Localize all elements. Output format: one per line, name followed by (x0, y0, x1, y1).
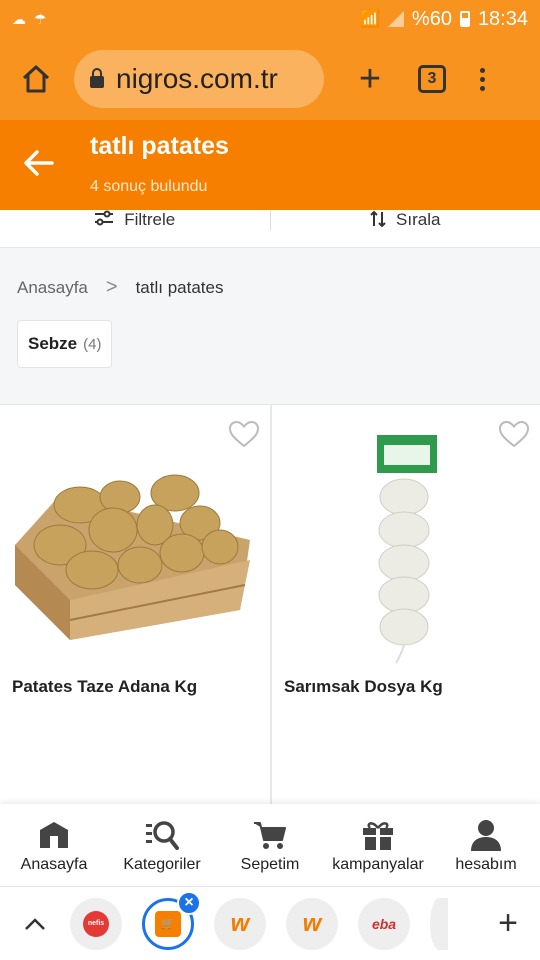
tab-eba[interactable]: eba (358, 897, 410, 950)
tab-migros-active[interactable]: 🛒 × (142, 890, 201, 950)
battery-percent: %60 (411, 7, 452, 30)
breadcrumb: Anasayfa > tatlı patates (17, 276, 223, 299)
new-tab-button[interactable]: + (350, 60, 390, 98)
store-icon (40, 822, 68, 848)
product-grid: Patates Taze Adana Kg Sarımsak Dosya Kg (0, 404, 540, 805)
wifi-icon: 📶 (359, 11, 380, 28)
tab-eba-text: eba (371, 915, 397, 932)
gift-icon (363, 822, 393, 850)
cart-icon (254, 822, 286, 849)
nav-item-account[interactable]: hesabım (432, 804, 540, 886)
product-image-potatoes[interactable] (0, 435, 270, 665)
tab-w-1-text: w (230, 909, 250, 937)
page-title: tatlı patates (90, 132, 229, 160)
url-bar[interactable]: nigros.com.tr (74, 50, 324, 108)
sort-label: Sırala (396, 210, 441, 229)
breadcrumb-current: tatlı patates (135, 277, 224, 297)
tab-w-1[interactable]: w (214, 897, 266, 950)
home-icon (22, 65, 50, 93)
nav-item-categories[interactable]: Kategoriler (108, 804, 216, 886)
new-tab-plus-icon[interactable]: + (498, 904, 518, 943)
filter-button[interactable]: Filtrele (0, 210, 270, 247)
tab-count: 3 (427, 70, 437, 87)
tab-w-2-text: w (302, 909, 322, 937)
chevron-up-icon[interactable] (0, 917, 70, 931)
browser-home-button[interactable] (12, 55, 60, 103)
sort-button[interactable]: Sırala (269, 210, 540, 230)
tab-partial[interactable] (430, 897, 448, 950)
product-card[interactable]: Patates Taze Adana Kg (0, 405, 270, 805)
nav-label: kampanyalar (332, 856, 424, 873)
back-arrow-icon[interactable] (22, 146, 56, 180)
browser-toolbar: nigros.com.tr + 3 (0, 38, 540, 120)
category-search-icon (146, 821, 179, 850)
product-name[interactable]: Patates Taze Adana Kg (12, 677, 197, 697)
signal-icon (387, 11, 404, 27)
migros-logo-icon: 🛒 (155, 910, 181, 937)
nav-item-cart[interactable]: Sepetim (216, 804, 324, 886)
breadcrumb-section: Anasayfa > tatlı patates Sebze (4) (0, 248, 540, 404)
cloud-icon: ☁ (12, 10, 26, 27)
more-menu-icon[interactable] (480, 67, 485, 91)
chip-count: (4) (83, 335, 102, 353)
w-logo-icon: w (227, 909, 253, 937)
chip-label: Sebze (28, 334, 78, 353)
w-logo-icon: w (299, 909, 325, 937)
lock-icon (90, 68, 104, 88)
product-name[interactable]: Sarımsak Dosya Kg (284, 677, 443, 697)
nav-item-home[interactable]: Anasayfa (0, 804, 108, 886)
status-left: ☁ ☂ (12, 11, 47, 28)
bottom-navigation: Anasayfa Kategoriler Sepetim kampanyalar (0, 804, 540, 886)
nav-label: Kategoriler (123, 856, 201, 873)
filter-bar: Filtrele Sırala (0, 210, 540, 248)
status-bar: ☁ ☂ 📶 %60 18:34 (0, 0, 540, 38)
sort-icon (370, 210, 386, 228)
result-count: 4 sonuç bulundu (90, 178, 208, 195)
chevron-right-icon: > (105, 276, 118, 298)
category-chip-sebze[interactable]: Sebze (4) (17, 320, 113, 368)
nav-label: hesabım (455, 856, 517, 873)
tab-switcher-button[interactable]: 3 (418, 65, 446, 93)
nav-label: Sepetim (240, 856, 300, 873)
page-header: tatlı patates 4 sonuç bulundu (0, 120, 540, 210)
weather-icon: ☂ (34, 10, 47, 27)
breadcrumb-home[interactable]: Anasayfa (17, 278, 88, 298)
eba-logo-icon: eba (372, 911, 396, 937)
filter-icon (95, 210, 114, 226)
filter-label: Filtrele (124, 210, 176, 229)
tab-nefis[interactable]: nefis (70, 897, 122, 950)
product-card[interactable]: Sarımsak Dosya Kg (270, 405, 540, 805)
nefis-logo-icon: nefis (83, 910, 109, 937)
tab-nefis-text: nefis (87, 920, 105, 927)
clock: 18:34 (477, 7, 528, 30)
url-text: nigros.com.tr (116, 63, 278, 94)
tab-w-2[interactable]: w (286, 897, 338, 950)
battery-icon (459, 11, 470, 27)
product-image-garlic[interactable] (272, 435, 540, 665)
close-tab-icon[interactable]: × (177, 890, 201, 915)
nav-label: Anasayfa (20, 856, 88, 873)
user-icon (471, 820, 501, 851)
nav-item-campaigns[interactable]: kampanyalar (324, 804, 432, 886)
browser-tab-strip: nefis 🛒 × w w eba + (0, 886, 540, 960)
status-right: 📶 %60 18:34 (360, 8, 528, 31)
